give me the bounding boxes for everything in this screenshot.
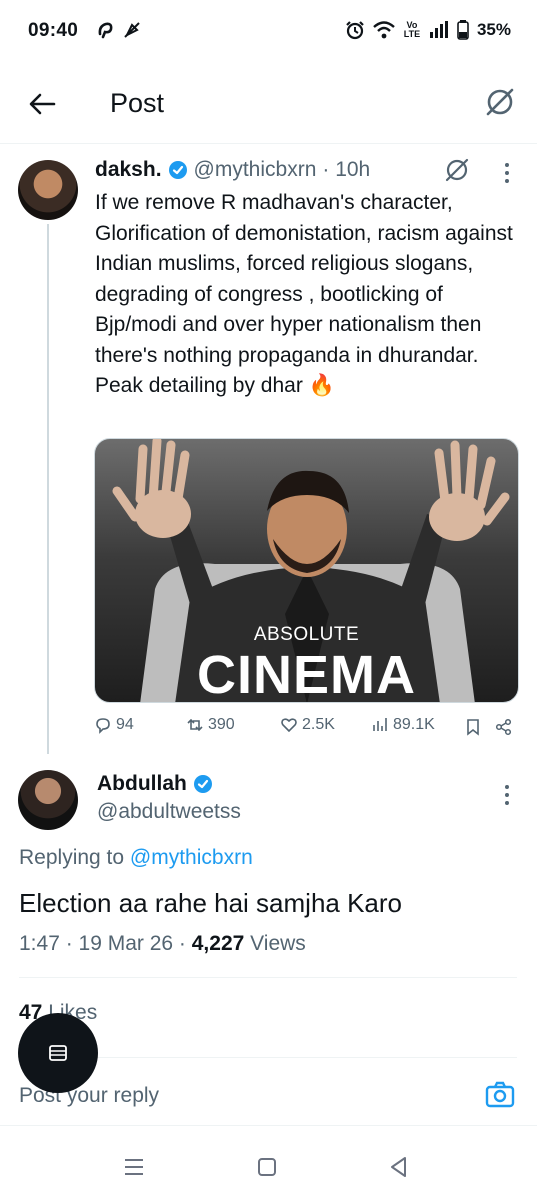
divider — [0, 1125, 537, 1126]
home-icon[interactable] — [255, 1155, 279, 1179]
heart-icon — [281, 718, 297, 733]
recent-apps-icon[interactable] — [122, 1155, 146, 1179]
parent-tweet-time: · 10h — [322, 158, 371, 181]
grok-icon[interactable] — [483, 85, 517, 119]
tweet-timestamp: 1:47 · 19 Mar 26 · — [19, 932, 192, 955]
replying-to-label: Replying to — [19, 846, 130, 869]
top-app-bar: Post — [0, 64, 537, 144]
repost-icon — [187, 718, 203, 732]
parent-tweet-text: If we remove R madhavan's character, Glo… — [95, 191, 513, 397]
back-arrow-icon[interactable] — [26, 88, 58, 120]
avatar[interactable] — [18, 770, 78, 830]
status-notification-icons — [96, 20, 142, 40]
main-author-handle[interactable]: @abdultweetss — [97, 800, 241, 824]
views-chart-icon — [373, 718, 387, 731]
views-label: Views — [244, 932, 306, 955]
repost-count: 390 — [208, 716, 235, 733]
tweet-action-bar: 94 390 2.5K 89.1K — [94, 716, 519, 740]
share-icon[interactable] — [495, 718, 513, 736]
alarm-icon — [346, 21, 364, 40]
status-bar: 09:40 Vo LTE 35% — [0, 0, 537, 64]
reply-count: 94 — [116, 716, 134, 733]
main-author-row: Abdullah — [97, 772, 213, 796]
mute-icon — [124, 22, 140, 38]
back-nav-icon[interactable] — [387, 1155, 411, 1179]
bookmark-icon[interactable] — [464, 718, 482, 736]
views-count: 89.1K — [393, 716, 435, 733]
verified-badge-icon — [193, 775, 212, 793]
screen-icon — [49, 1045, 67, 1061]
system-nav-bar — [0, 1130, 537, 1200]
avatar[interactable] — [18, 160, 78, 220]
views-button[interactable]: 89.1K — [371, 716, 435, 734]
views-count: 4,227 — [191, 932, 245, 955]
divider — [19, 977, 517, 978]
main-author-name[interactable]: Abdullah — [97, 772, 187, 796]
page-title: Post — [110, 88, 165, 118]
more-options-icon[interactable] — [498, 782, 516, 808]
grok-icon[interactable] — [443, 156, 471, 184]
like-count: 2.5K — [302, 716, 335, 733]
parent-author-name[interactable]: daksh. — [95, 158, 162, 182]
battery-level: 35% — [476, 20, 511, 39]
network-type-label: Vo LTE — [403, 20, 421, 39]
parent-tweet-header: daksh. @mythicbxrn · 10h — [95, 158, 370, 182]
like-button[interactable]: 2.5K — [280, 716, 335, 734]
replying-to-line: Replying to @mythicbxrn — [19, 846, 253, 870]
status-time: 09:40 — [28, 20, 79, 41]
replying-to-mention[interactable]: @mythicbxrn — [130, 846, 253, 869]
floating-action-button[interactable] — [18, 1013, 98, 1093]
status-system-icons: Vo LTE 35% — [345, 20, 511, 40]
tweet-media-image[interactable]: ABSOLUTE CINEMA — [94, 438, 519, 703]
reply-icon — [96, 718, 110, 734]
media-caption-small: ABSOLUTE — [253, 624, 360, 645]
camera-icon[interactable] — [484, 1079, 516, 1111]
tweet-meta: 1:47 · 19 Mar 26 · 4,227 Views — [19, 932, 306, 956]
wifi-icon — [373, 21, 395, 39]
battery-icon — [457, 20, 469, 40]
verified-badge-icon — [168, 161, 187, 179]
parent-author-handle[interactable]: @mythicbxrn — [194, 158, 317, 182]
thread-line — [47, 224, 49, 754]
repost-button[interactable]: 390 — [186, 716, 235, 734]
more-options-icon[interactable] — [498, 160, 516, 186]
app-notification-icon — [98, 22, 113, 39]
media-caption-large: CINEMA — [197, 645, 416, 703]
main-tweet-text: Election aa rahe hai samjha Karo — [19, 888, 403, 918]
signal-icon — [429, 21, 448, 38]
reply-button[interactable]: 94 — [94, 716, 134, 734]
